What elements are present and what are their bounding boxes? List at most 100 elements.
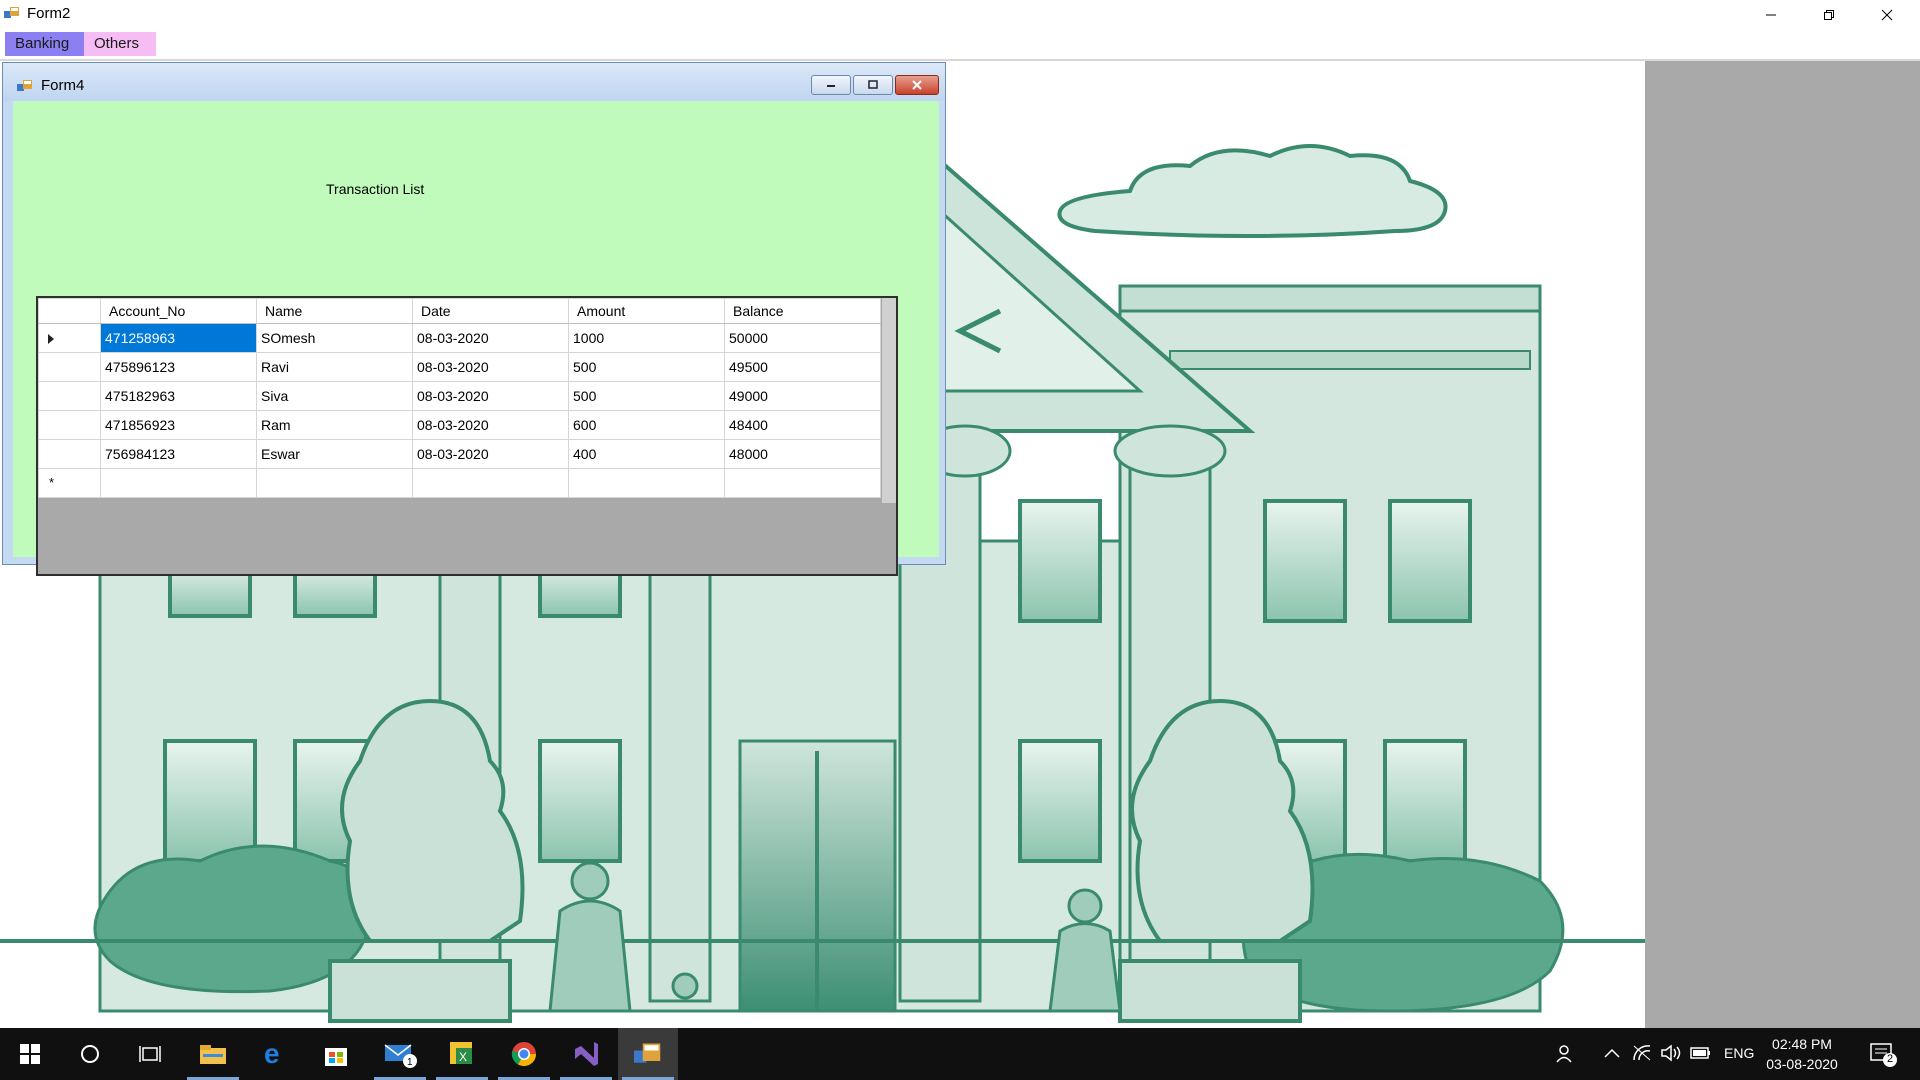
notification-icon	[1870, 1043, 1897, 1067]
taskbar: e 1 X ENG 02:48 PM 03-08-2020 2	[0, 1028, 1920, 1080]
taskbar-visual-studio[interactable]	[556, 1028, 616, 1080]
cell-date[interactable]: 08-03-2020	[412, 352, 569, 382]
cell-name[interactable]: Ram	[256, 410, 413, 440]
cell-balance[interactable]: 50000	[724, 323, 881, 353]
search-button[interactable]	[60, 1028, 120, 1080]
main-window-title: Form2	[27, 5, 71, 22]
cell-date[interactable]: 08-03-2020	[412, 381, 569, 411]
taskbar-store[interactable]	[306, 1028, 366, 1080]
column-header-account-no[interactable]: Account_No	[100, 298, 257, 324]
transaction-grid[interactable]: Account_No Name Date Amount Balance 4712…	[36, 296, 898, 576]
cell-name[interactable]: Eswar	[256, 439, 413, 469]
app-icon	[4, 7, 19, 18]
column-header-date[interactable]: Date	[412, 298, 569, 324]
form4-body: Transaction List Account_No Name Date Am…	[13, 101, 939, 576]
cell-name[interactable]: Siva	[256, 381, 413, 411]
menu-bar: Banking Others	[0, 29, 1920, 59]
notification-count: 2	[1887, 1053, 1894, 1065]
cell-date[interactable]: 08-03-2020	[412, 323, 569, 353]
taskbar-file-explorer[interactable]	[183, 1028, 243, 1080]
cell-amount[interactable]: 1000	[568, 323, 725, 353]
form4-maximize-button[interactable]	[853, 75, 893, 95]
battery-icon[interactable]	[1690, 1046, 1712, 1060]
network-icon[interactable]	[1632, 1044, 1652, 1062]
column-header-name[interactable]: Name	[256, 298, 413, 324]
task-view-icon	[139, 1046, 161, 1062]
row-header[interactable]	[38, 410, 101, 440]
form4-close-button[interactable]	[895, 75, 939, 95]
cell-account-no[interactable]: 471258963	[100, 323, 257, 353]
column-header-amount[interactable]: Amount	[568, 298, 725, 324]
table-row[interactable]: 475182963 Siva 08-03-2020 500 49000	[38, 381, 881, 411]
menu-item-banking[interactable]: Banking	[5, 32, 87, 56]
cell-name[interactable]: Ravi	[256, 352, 413, 382]
taskbar-mail[interactable]: 1	[370, 1028, 430, 1080]
cell-date[interactable]: 08-03-2020	[412, 439, 569, 469]
start-button[interactable]	[0, 1028, 60, 1080]
form4-minimize-button[interactable]	[811, 75, 851, 95]
cell-amount[interactable]: 500	[568, 381, 725, 411]
client-grey-panel	[1645, 61, 1920, 1028]
cell-amount[interactable]: 600	[568, 410, 725, 440]
main-window-titlebar[interactable]: Form2	[0, 0, 1920, 29]
taskbar-winforms-app[interactable]	[618, 1028, 678, 1080]
table-row[interactable]: 475896123 Ravi 08-03-2020 500 49500	[38, 352, 881, 382]
search-icon	[81, 1045, 99, 1063]
close-icon	[912, 80, 922, 90]
row-header[interactable]	[38, 439, 101, 469]
table-row[interactable]: 471856923 Ram 08-03-2020 600 48400	[38, 410, 881, 440]
cell-date[interactable]: 08-03-2020	[412, 410, 569, 440]
mail-badge: 1	[407, 1057, 413, 1068]
language-indicator[interactable]: ENG	[1724, 1045, 1754, 1061]
cell-balance[interactable]: 49000	[724, 381, 881, 411]
action-center-button[interactable]: 2	[1862, 1028, 1920, 1080]
form4-window[interactable]: Form4 Transaction List Account_No Name D	[2, 62, 946, 576]
new-cell-date[interactable]	[412, 468, 569, 498]
chrome-icon	[511, 1042, 536, 1067]
form4-titlebar[interactable]: Form4	[3, 63, 945, 101]
row-header[interactable]	[38, 352, 101, 382]
transaction-list-label: Transaction List	[326, 181, 425, 197]
grid-header-row: Account_No Name Date Amount Balance	[38, 298, 881, 324]
new-cell-amount[interactable]	[568, 468, 725, 498]
taskbar-edge[interactable]: e	[245, 1028, 305, 1080]
table-row[interactable]: 756984123 Eswar 08-03-2020 400 48000	[38, 439, 881, 469]
cell-amount[interactable]: 400	[568, 439, 725, 469]
people-icon[interactable]	[1556, 1044, 1576, 1064]
maximize-icon	[868, 80, 878, 89]
cell-account-no[interactable]: 475182963	[100, 381, 257, 411]
file-explorer-icon	[200, 1045, 226, 1064]
volume-icon[interactable]	[1660, 1044, 1682, 1062]
system-clock[interactable]: 02:48 PM 03-08-2020	[1762, 1034, 1842, 1074]
taskbar-app-green[interactable]: X	[432, 1028, 492, 1080]
cell-account-no[interactable]: 471856923	[100, 410, 257, 440]
cell-balance[interactable]: 48400	[724, 410, 881, 440]
svg-text:e: e	[264, 1041, 280, 1067]
row-header[interactable]	[38, 381, 101, 411]
new-cell-name[interactable]	[256, 468, 413, 498]
minimize-button[interactable]	[1742, 0, 1800, 29]
cell-balance[interactable]: 49500	[724, 352, 881, 382]
chevron-up-icon[interactable]	[1604, 1048, 1620, 1058]
table-row[interactable]: 471258963 SOmesh 08-03-2020 1000 50000	[38, 323, 881, 353]
cell-account-no[interactable]: 475896123	[100, 352, 257, 382]
grid-corner-header[interactable]	[38, 298, 101, 324]
cell-amount[interactable]: 500	[568, 352, 725, 382]
minimize-icon	[1766, 14, 1776, 15]
menu-item-others[interactable]: Others	[84, 32, 156, 56]
task-view-button[interactable]	[120, 1028, 180, 1080]
new-row-header[interactable]: *	[38, 468, 101, 498]
column-header-balance[interactable]: Balance	[724, 298, 881, 324]
new-cell-account-no[interactable]	[100, 468, 257, 498]
row-header-current[interactable]	[38, 323, 101, 353]
restore-button[interactable]	[1800, 0, 1858, 29]
close-icon	[1881, 9, 1893, 20]
new-row[interactable]: *	[38, 468, 881, 498]
cell-balance[interactable]: 48000	[724, 439, 881, 469]
close-button[interactable]	[1858, 0, 1916, 29]
current-row-arrow-icon	[48, 334, 54, 344]
cell-name[interactable]: SOmesh	[256, 323, 413, 353]
new-cell-balance[interactable]	[724, 468, 881, 498]
cell-account-no[interactable]: 756984123	[100, 439, 257, 469]
taskbar-chrome[interactable]	[494, 1028, 554, 1080]
